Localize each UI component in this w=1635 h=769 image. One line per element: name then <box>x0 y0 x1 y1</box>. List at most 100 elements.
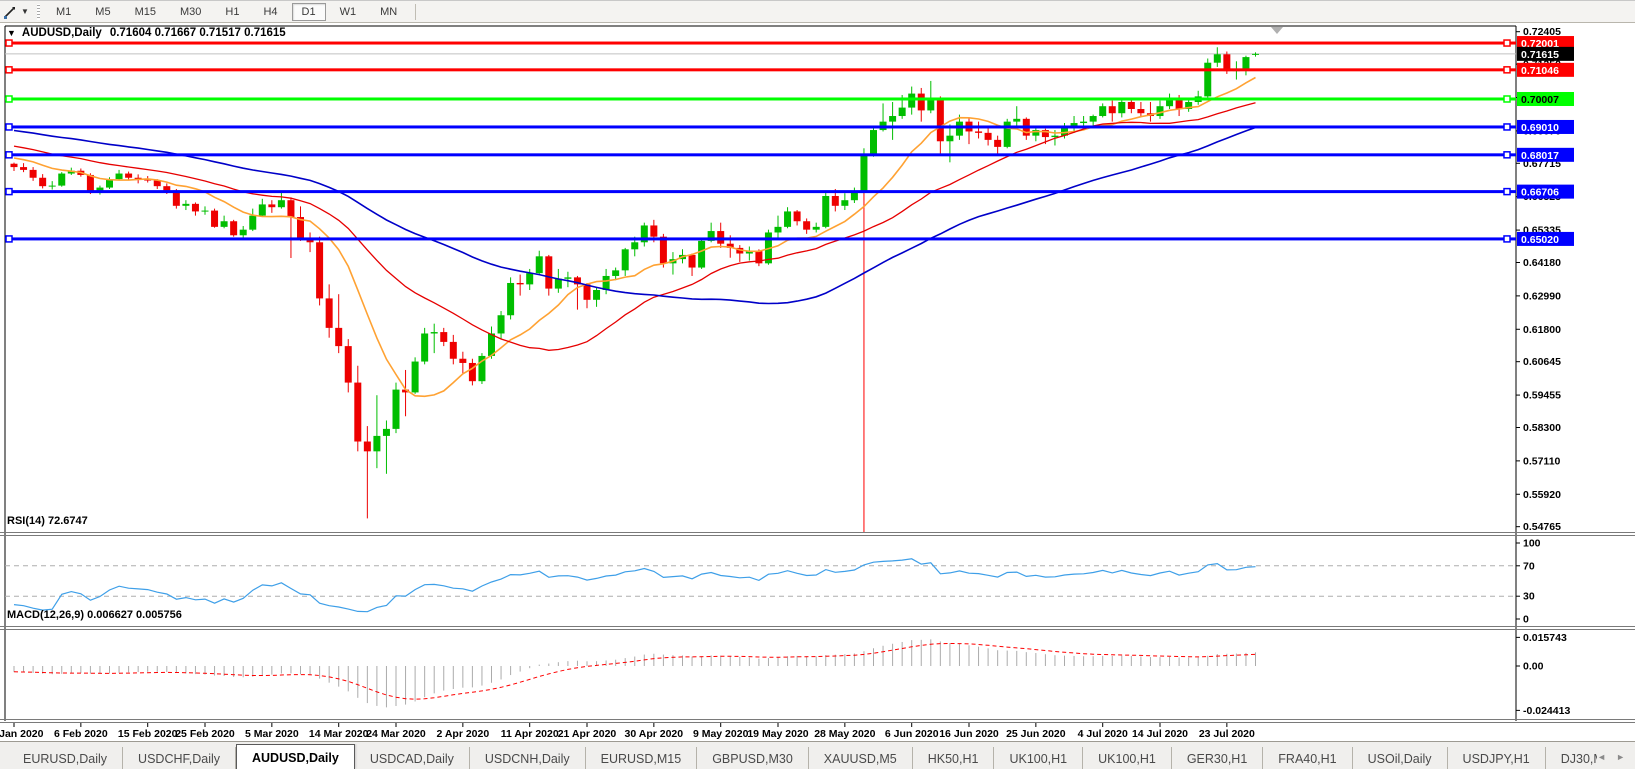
timeframe-button-h1[interactable]: H1 <box>215 3 249 21</box>
tab-eurusd-m15[interactable]: EURUSD,M15 <box>586 747 698 769</box>
tab-usoil-daily[interactable]: USOil,Daily <box>1353 747 1448 769</box>
tab-uk100-h1[interactable]: UK100,H1 <box>1083 747 1172 769</box>
macd-tick-label: 0.00 <box>1523 661 1544 673</box>
time-tick-label: 6 Jun 2020 <box>885 728 939 740</box>
chart-tabs: EURUSD,DailyUSDCHF,DailyAUDUSD,DailyUSDC… <box>8 744 1597 769</box>
hline-0.70007[interactable] <box>5 96 1516 102</box>
tab-xauusd-m5[interactable]: XAUUSD,M5 <box>809 747 913 769</box>
tab-scroll-right-icon[interactable]: ► <box>1616 752 1625 762</box>
time-tick-label: 19 May 2020 <box>747 728 808 740</box>
candle-body <box>278 200 285 207</box>
candle-body <box>49 186 56 187</box>
tab-hk50-h1[interactable]: HK50,H1 <box>913 747 995 769</box>
macd-signal-line <box>14 644 1256 700</box>
hline-handle[interactable] <box>6 96 12 102</box>
candle-body <box>526 273 533 284</box>
hline-0.66706[interactable] <box>5 189 1516 195</box>
hline-price-badge-text: 0.65020 <box>1521 234 1559 246</box>
hline-0.65020[interactable] <box>5 236 1516 242</box>
timeframe-button-h4[interactable]: H4 <box>253 3 287 21</box>
candle-body <box>373 436 380 451</box>
tab-ger30-h1[interactable]: GER30,H1 <box>1172 747 1263 769</box>
hline-handle[interactable] <box>1504 40 1510 46</box>
current-price-badge: 0.71615 <box>1517 47 1574 61</box>
hline-handle[interactable] <box>1504 124 1510 130</box>
timeframe-button-m15[interactable]: M15 <box>125 3 166 21</box>
tab-audusd-daily[interactable]: AUDUSD,Daily <box>236 744 355 769</box>
hline-handle[interactable] <box>6 236 12 242</box>
tab-usdjpy-h1[interactable]: USDJPY,H1 <box>1448 747 1546 769</box>
time-tick-label: 14 Jul 2020 <box>1132 728 1188 740</box>
hline-0.69010[interactable] <box>5 124 1516 130</box>
candle-body <box>450 342 457 359</box>
tab-gbpusd-m30[interactable]: GBPUSD,M30 <box>697 747 809 769</box>
candle-body <box>202 211 209 212</box>
macd-histogram <box>14 639 1256 707</box>
hline-price-badge: 0.69010 <box>1517 120 1574 134</box>
candle-body <box>631 242 638 249</box>
mt4-window: ▼ M1M5 M15M30H1H4 D1W1MN 0.724050.712500.7… <box>0 0 1635 769</box>
tab-usdcad-daily[interactable]: USDCAD,Daily <box>355 747 470 769</box>
candle-body <box>698 241 705 268</box>
candle-body <box>431 332 438 333</box>
time-tick-label: 23 Jul 2020 <box>1199 728 1255 740</box>
candle-body <box>1004 122 1011 147</box>
hline-price-badge: 0.71046 <box>1517 63 1574 77</box>
hline-handle[interactable] <box>1504 67 1510 73</box>
tab-scroll-left-icon[interactable]: ◄ <box>1597 752 1606 762</box>
hline-0.72001[interactable] <box>5 40 1516 46</box>
tab-uk100-h1[interactable]: UK100,H1 <box>994 747 1083 769</box>
tab-eurusd-daily[interactable]: EURUSD,Daily <box>8 747 123 769</box>
candle-body <box>1242 57 1249 70</box>
hline-body <box>5 68 1516 71</box>
hline-body <box>5 237 1516 240</box>
chart-tab-bar: EURUSD,DailyUSDCHF,DailyAUDUSD,DailyUSDC… <box>0 741 1635 769</box>
toolbar-grip[interactable] <box>37 4 40 20</box>
candle-body <box>182 204 189 206</box>
candle-body <box>211 211 218 227</box>
chart-canvas[interactable]: 0.724050.712500.700600.688700.677150.665… <box>0 23 1635 741</box>
rsi-tick-label: 30 <box>1523 591 1535 603</box>
time-tick-label: 9 May 2020 <box>693 728 749 740</box>
hline-price-badge-text: 0.71046 <box>1521 65 1559 77</box>
timeframe-button-m30[interactable]: M30 <box>170 3 211 21</box>
hline-handle[interactable] <box>1504 152 1510 158</box>
candle-body <box>975 131 982 132</box>
tab-fra40-h1[interactable]: FRA40,H1 <box>1263 747 1352 769</box>
hline-price-badge: 0.65020 <box>1517 232 1574 246</box>
chart-shift-marker-icon[interactable] <box>1271 27 1283 34</box>
hline-handle[interactable] <box>6 67 12 73</box>
hline-handle[interactable] <box>1504 96 1510 102</box>
hline-handle[interactable] <box>1504 236 1510 242</box>
candle-body <box>507 283 514 315</box>
candle-body <box>498 315 505 333</box>
candle-body <box>1118 102 1125 113</box>
candles-layer <box>11 47 1260 518</box>
moving-average-25[interactable] <box>14 103 1256 351</box>
time-tick-label: 15 Feb 2020 <box>118 728 178 740</box>
hline-handle[interactable] <box>1504 189 1510 195</box>
hline-price-badge-text: 0.66706 <box>1521 187 1559 199</box>
hline-0.68017[interactable] <box>5 152 1516 158</box>
candle-body <box>393 390 400 429</box>
hline-0.71046[interactable] <box>5 67 1516 73</box>
hline-handle[interactable] <box>6 152 12 158</box>
timeframe-button-m5[interactable]: M5 <box>85 3 120 21</box>
time-tick-label: 24 Mar 2020 <box>366 728 426 740</box>
timeframe-button-d1[interactable]: D1 <box>292 3 326 21</box>
timeframe-button-mn[interactable]: MN <box>370 3 407 21</box>
hline-handle[interactable] <box>6 189 12 195</box>
hline-handle[interactable] <box>6 40 12 46</box>
timeframe-button-m1[interactable]: M1 <box>46 3 81 21</box>
hline-handle[interactable] <box>6 124 12 130</box>
hline-price-badge-text: 0.69010 <box>1521 122 1559 134</box>
macd-indicator-label: MACD(12,26,9) 0.006627 0.005756 <box>7 609 182 621</box>
timeframe-button-w1[interactable]: W1 <box>330 3 367 21</box>
time-tick-label: 25 Jun 2020 <box>1006 728 1066 740</box>
tab-dj30-m15[interactable]: DJ30,M15 <box>1546 747 1597 769</box>
tab-usdcnh-daily[interactable]: USDCNH,Daily <box>470 747 586 769</box>
tool-dropdown-caret-icon[interactable]: ▼ <box>19 7 31 16</box>
line-studies-cursor-icon[interactable] <box>1 3 19 21</box>
candle-body <box>268 204 275 207</box>
tab-usdchf-daily[interactable]: USDCHF,Daily <box>123 747 236 769</box>
